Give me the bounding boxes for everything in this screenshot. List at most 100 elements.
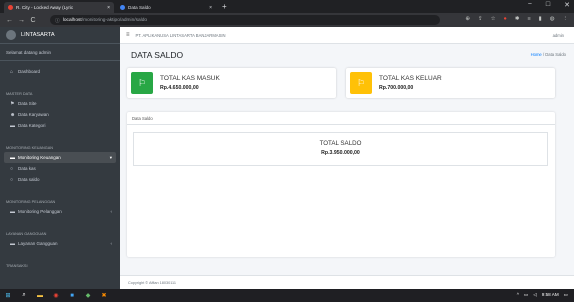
sidebar-header-transaksi: TRANSAKSI [6, 264, 28, 268]
browser-extensions: ⊕ ⇪ ☆ ● ✱ ≡ ▮ ◍ ⋮ [465, 16, 568, 22]
puzzle-icon[interactable]: ✱ [515, 16, 520, 22]
info-box-value: Rp.700.000,00 [379, 85, 414, 91]
windows-start-icon[interactable]: ⊞ [0, 289, 16, 302]
site-info-icon[interactable]: ⓘ [55, 17, 60, 24]
page-title: DATA SALDO [131, 49, 184, 60]
breadcrumb-current: Data Saldo [545, 52, 566, 57]
user-panel: Selamat datang admin [0, 44, 120, 61]
welcome-text: Selamat datang admin [6, 49, 52, 55]
menu-dots-icon[interactable]: ⋮ [563, 16, 569, 22]
sidebar-item-layanan-gangguan[interactable]: ▬ Layanan Gangguan ‹ [4, 238, 116, 249]
window-controls: − □ ✕ [528, 1, 570, 9]
profile-avatar-icon[interactable]: ◍ [550, 16, 555, 22]
close-window-icon[interactable]: ✕ [564, 1, 570, 9]
brand-name: LINTASARTA [21, 32, 55, 38]
sidebar-item-label: Data Karyawan [18, 112, 49, 117]
company-name: PT. APLIKANUSA LINTASARTA BANJARMASIN [135, 32, 226, 38]
flag-icon: ⚐ [350, 72, 372, 94]
media-icon[interactable]: ≡ [527, 16, 530, 22]
sidebar-item-monitoring-keuangan[interactable]: ▬ Monitoring Keuangan ▾ [4, 152, 116, 163]
sidebar-icon[interactable]: ▮ [539, 16, 542, 22]
flag-icon: ⚐ [131, 72, 153, 94]
info-box-label: TOTAL KAS MASUK [160, 75, 220, 82]
folder-icon: ▬ [10, 208, 15, 215]
total-saldo-box: TOTAL SALDO Rp.3.950.000,00 [133, 132, 548, 166]
network-icon[interactable]: ▭ [524, 292, 528, 298]
share-icon[interactable]: ⇪ [478, 16, 483, 22]
store-taskbar-icon[interactable]: ◆ [80, 289, 96, 302]
sidebar-item-label: Monitoring Pelanggan [18, 209, 62, 214]
users-icon: ☻ [10, 111, 16, 118]
site-icon: ⚑ [10, 100, 15, 107]
folder-icon: ▬ [10, 154, 15, 161]
chrome-taskbar-icon[interactable]: ◉ [48, 289, 64, 302]
tab-title: Data Saldo [128, 5, 151, 10]
circle-icon: ○ [10, 176, 14, 183]
main-footer: Copyright © Affian 18030111 [120, 275, 574, 289]
info-box-value: Rp.4.650.000,00 [160, 85, 199, 91]
clock[interactable]: 9:58 AM [542, 292, 559, 298]
data-saldo-card: Data Saldo TOTAL SALDO Rp.3.950.000,00 [127, 112, 555, 257]
youtube-favicon-icon [8, 5, 13, 10]
user-menu[interactable]: admin [553, 33, 564, 38]
xampp-taskbar-icon[interactable]: ✖ [96, 289, 112, 302]
sidebar-header-master-data: MASTER DATA [6, 92, 33, 96]
search-icon[interactable]: ⌕ [16, 289, 32, 302]
sidebar-item-data-site[interactable]: ⚑ Data Site [4, 98, 116, 109]
back-icon[interactable]: ← [6, 17, 13, 24]
sidebar-item-label: Data Kategori [18, 123, 46, 128]
chevron-left-icon: ‹ [110, 209, 113, 214]
sidebar-item-data-saldo[interactable]: ○ Data saldo [4, 174, 116, 185]
home-icon: ⌂ [10, 68, 14, 75]
url-host: localhost [62, 17, 82, 23]
info-box-kas-keluar: ⚐ TOTAL KAS KELUAR Rp.700.000,00 [346, 68, 555, 98]
circle-icon: ○ [10, 165, 14, 172]
copyright-text: Copyright © Affian 18030111 [128, 280, 176, 285]
sidebar-item-label: Dashboard [18, 69, 41, 74]
browser-tabbar: R. City - Locked Away (Lyric × Data Sald… [0, 0, 574, 13]
sidebar-item-data-kas[interactable]: ○ Data kas [4, 163, 116, 174]
maximize-icon[interactable]: □ [546, 1, 550, 9]
reload-icon[interactable]: C [30, 17, 36, 24]
content-wrapper: ≡ PT. APLIKANUSA LINTASARTA BANJARMASIN … [120, 27, 574, 289]
notification-icon[interactable]: ▭ [564, 292, 568, 298]
file-explorer-icon[interactable]: ▬ [32, 289, 48, 302]
address-bar[interactable]: ⓘ localhost /monitoring-aktipo/admin/sal… [50, 15, 440, 25]
system-tray: ^ ▭ ◁ 9:58 AM ▭ [517, 292, 568, 298]
app-sidebar: LINTASARTA Selamat datang admin ⌂ Dashbo… [0, 27, 120, 289]
sidebar-header-monitoring-keuangan: MONITORING KEUANGAN [6, 146, 53, 150]
breadcrumb-home-link[interactable]: Home [531, 52, 542, 57]
volume-icon[interactable]: ◁ [533, 292, 537, 298]
info-box-row: ⚐ TOTAL KAS MASUK Rp.4.650.000,00 ⚐ TOTA… [120, 65, 574, 101]
brand-logo-link[interactable]: LINTASARTA [0, 27, 120, 44]
brand-logo-icon [6, 30, 16, 40]
sidebar-item-dashboard[interactable]: ⌂ Dashboard [4, 66, 116, 77]
chevron-down-icon: ▾ [109, 154, 112, 160]
new-tab-button[interactable]: + [222, 2, 227, 11]
minimize-icon[interactable]: − [528, 1, 532, 9]
extension-icon[interactable]: ● [504, 16, 507, 22]
url-path: /monitoring-aktipo/admin/saldo [81, 17, 148, 23]
page-favicon-icon [120, 5, 125, 10]
tab-close-icon[interactable]: × [209, 5, 212, 11]
sidebar-item-label: Data saldo [18, 177, 40, 182]
zoom-icon[interactable]: ⊕ [465, 16, 470, 22]
sidebar-item-label: Monitoring Keuangan [18, 155, 61, 160]
app-taskbar-icon[interactable]: ■ [64, 289, 80, 302]
info-box-label: TOTAL KAS KELUAR [379, 75, 442, 82]
total-saldo-label: TOTAL SALDO [319, 140, 362, 147]
bookmark-star-icon[interactable]: ☆ [491, 16, 496, 22]
browser-tab-youtube[interactable]: R. City - Locked Away (Lyric × [4, 2, 114, 13]
sidebar-header-layanan-gangguan: LAYANAN GANGGUAN [6, 232, 47, 236]
forward-icon[interactable]: → [18, 17, 25, 24]
sidebar-item-data-karyawan[interactable]: ☻ Data Karyawan [4, 109, 116, 120]
tray-chevron-icon[interactable]: ^ [517, 292, 519, 298]
hamburger-menu-icon[interactable]: ≡ [126, 32, 130, 38]
browser-tab-data-saldo[interactable]: Data Saldo × [116, 2, 216, 13]
folder-icon: ▬ [10, 122, 15, 129]
sidebar-item-label: Data kas [18, 166, 36, 171]
sidebar-item-monitoring-pelanggan[interactable]: ▬ Monitoring Pelanggan ‹ [4, 206, 116, 217]
tab-close-icon[interactable]: × [107, 5, 110, 11]
sidebar-item-data-kategori[interactable]: ▬ Data Kategori [4, 120, 116, 131]
info-box-kas-masuk: ⚐ TOTAL KAS MASUK Rp.4.650.000,00 [127, 68, 336, 98]
